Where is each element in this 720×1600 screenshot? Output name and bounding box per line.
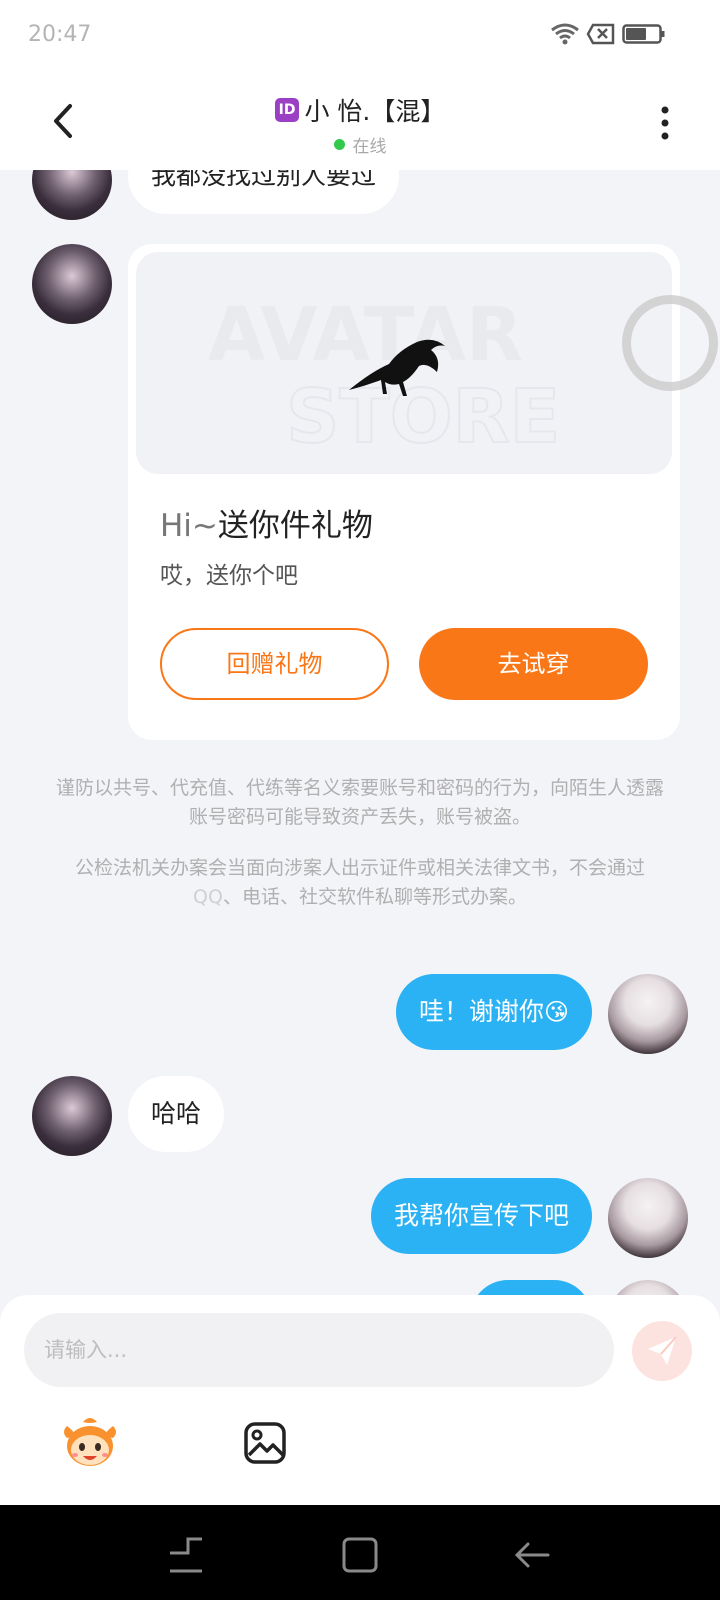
- system-nav-bar: [0, 1505, 720, 1600]
- avatar[interactable]: [32, 244, 112, 324]
- return-gift-button[interactable]: 回赠礼物: [160, 628, 389, 700]
- legal-notice: 公检法机关办案会当面向涉案人出示证件或相关法律文书，不会通过 QQ、电话、社交软件…: [56, 854, 664, 912]
- floating-assist-button[interactable]: [622, 295, 718, 391]
- chat-header: ID 小 怡.【混】 在线: [0, 76, 720, 170]
- back-nav-button[interactable]: [512, 1535, 552, 1575]
- input-area: [0, 1295, 720, 1505]
- message-text: 哇！谢谢你: [418, 997, 544, 1026]
- avatar[interactable]: [32, 170, 112, 220]
- kiss-emoji-icon: 😘: [543, 998, 569, 1026]
- avatar[interactable]: [608, 1178, 688, 1258]
- emoji-icon: [64, 1418, 116, 1466]
- message-list[interactable]: 我都没找过别人要过 AVATAR STORE Hi~送你件礼物 哎，送你个吧 回…: [0, 170, 720, 1295]
- contact-name[interactable]: ID 小 怡.【混】: [274, 92, 446, 128]
- recent-apps-button[interactable]: [166, 1535, 206, 1575]
- status-icons: [550, 22, 666, 46]
- send-icon: [648, 1336, 677, 1365]
- message-bubble[interactable]: 哇！谢谢你😘: [395, 974, 592, 1050]
- image-icon: [244, 1422, 286, 1464]
- avatar[interactable]: [608, 974, 688, 1054]
- avatar[interactable]: [32, 1076, 112, 1156]
- message-input[interactable]: [24, 1313, 614, 1387]
- more-options-button[interactable]: [650, 98, 680, 148]
- message-bubble[interactable]: [470, 1280, 592, 1295]
- gift-card[interactable]: AVATAR STORE Hi~送你件礼物 哎，送你个吧 回赠礼物 去试穿: [128, 244, 680, 740]
- online-dot-icon: [333, 139, 345, 150]
- legal-notice-qq: QQ: [193, 886, 223, 908]
- online-status-text: 在线: [352, 137, 387, 157]
- try-on-button[interactable]: 去试穿: [419, 628, 648, 700]
- no-sim-icon: [586, 23, 615, 45]
- message-bubble[interactable]: 我都没找过别人要过: [128, 170, 400, 214]
- status-bar: 20:47: [0, 0, 720, 76]
- contact-name-text: 小 怡.【混】: [304, 97, 446, 126]
- gift-title-prefix: Hi~: [160, 508, 218, 544]
- id-badge-icon: ID: [274, 98, 300, 122]
- send-button[interactable]: [632, 1321, 692, 1381]
- image-button[interactable]: [235, 1413, 295, 1473]
- emoji-button[interactable]: [60, 1413, 120, 1473]
- security-notice: 谨防以共号、代充值、代练等名义索要账号和密码的行为，向陌生人透露账号密码可能导致…: [56, 777, 665, 828]
- home-button[interactable]: [340, 1535, 380, 1575]
- gift-title-text: 送你件礼物: [217, 508, 373, 544]
- legal-notice-suffix: 、电话、社交软件私聊等形式办案。: [222, 886, 527, 908]
- gift-subtitle: 哎，送你个吧: [160, 563, 298, 589]
- wifi-icon: [551, 23, 579, 45]
- legal-notice-text: 公检法机关办案会当面向涉案人出示证件或相关法律文书，不会通过: [74, 857, 645, 879]
- battery-icon: [622, 24, 665, 44]
- crow-icon: [349, 339, 445, 396]
- online-status: 在线: [333, 132, 387, 157]
- gift-title: Hi~送你件礼物: [160, 500, 373, 545]
- avatar[interactable]: [608, 1280, 688, 1295]
- message-bubble[interactable]: 我帮你宣传下吧: [370, 1178, 592, 1254]
- gift-image: AVATAR STORE: [136, 252, 672, 474]
- title-area: ID 小 怡.【混】 在线: [0, 92, 720, 157]
- message-bubble[interactable]: 哈哈: [128, 1076, 225, 1152]
- status-time: 20:47: [28, 22, 92, 47]
